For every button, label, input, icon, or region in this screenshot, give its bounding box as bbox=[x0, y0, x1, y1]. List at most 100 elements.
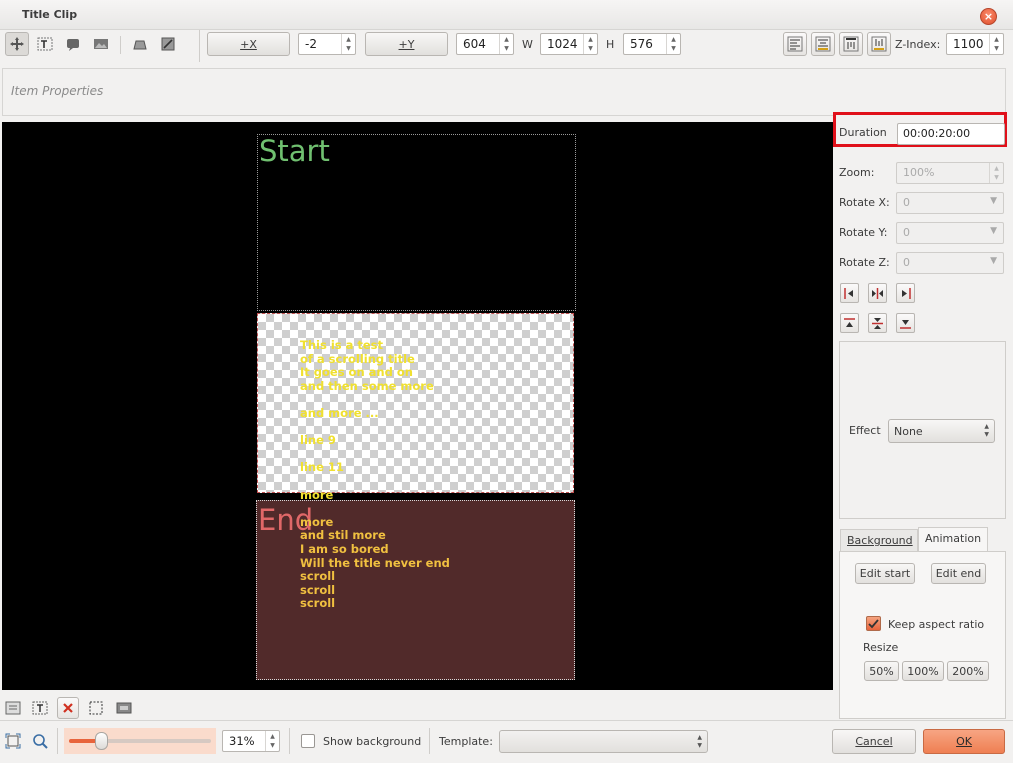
plus-y-button[interactable]: +Y bbox=[365, 32, 448, 56]
align-top-button[interactable] bbox=[839, 32, 863, 56]
template-label: Template: bbox=[439, 735, 493, 748]
align-bottom-icon bbox=[871, 36, 887, 52]
lower-button[interactable] bbox=[156, 32, 180, 56]
w-input[interactable]: 1024 ▲ ▼ bbox=[540, 33, 598, 55]
show-background-checkbox[interactable] bbox=[301, 734, 315, 748]
zindex-value: 1100 bbox=[953, 37, 984, 51]
rotate-x-input[interactable]: 0 ▼ bbox=[896, 192, 1004, 214]
w-spin-arrows[interactable]: ▲ ▼ bbox=[583, 34, 597, 54]
animation-panel: Edit start Edit end Keep aspect ratio Re… bbox=[839, 551, 1006, 719]
align-v-bottom-button[interactable] bbox=[896, 313, 915, 333]
template-select[interactable]: ▲ ▼ bbox=[499, 730, 708, 753]
plus-y-label: +Y bbox=[398, 37, 415, 51]
scroll-line: of a scrolling title bbox=[300, 351, 415, 366]
tab-animation[interactable]: Animation bbox=[918, 527, 988, 552]
h-spin-arrows[interactable]: ▲ ▼ bbox=[666, 34, 680, 54]
rect-tool-button[interactable] bbox=[61, 32, 85, 56]
select-image-icon bbox=[116, 702, 132, 714]
align-v-top-button[interactable] bbox=[840, 313, 859, 333]
effect-select[interactable]: None ▲ ▼ bbox=[888, 419, 995, 443]
effect-group: Effect None ▲ ▼ bbox=[839, 341, 1006, 519]
item-properties-panel: Item Properties bbox=[2, 68, 1006, 116]
chevron-updown-icon: ▲ ▼ bbox=[697, 734, 702, 749]
cancel-button[interactable]: Cancel bbox=[832, 729, 916, 754]
effect-value: None bbox=[894, 425, 923, 438]
align-h-left-button[interactable] bbox=[840, 283, 859, 303]
zoom-input[interactable]: 100% ▲ ▼ bbox=[896, 162, 1004, 184]
w-label: W bbox=[522, 38, 533, 51]
select-all-icon bbox=[5, 701, 21, 715]
zoom-slider[interactable] bbox=[64, 728, 216, 754]
duration-input[interactable]: 00:00:20:00 bbox=[897, 123, 1005, 145]
align-h-center-button[interactable] bbox=[868, 283, 887, 303]
h-input[interactable]: 576 ▲ ▼ bbox=[623, 33, 681, 55]
select-rect-button[interactable] bbox=[85, 697, 107, 719]
text-tool-icon bbox=[37, 37, 53, 51]
rotate-z-input[interactable]: 0 ▼ bbox=[896, 252, 1004, 274]
scroll-line: Will the title never end bbox=[300, 555, 450, 570]
fit-zoom-icon bbox=[5, 733, 21, 749]
align-v-bottom-icon bbox=[900, 319, 911, 329]
h-label: H bbox=[606, 38, 615, 51]
align-bottom-button[interactable] bbox=[867, 32, 891, 56]
zindex-input[interactable]: 1100 ▲ ▼ bbox=[946, 33, 1004, 55]
ok-button[interactable]: OK bbox=[923, 729, 1005, 754]
actual-size-button[interactable] bbox=[29, 730, 51, 752]
keep-aspect-checkbox[interactable] bbox=[866, 616, 881, 631]
align-center-button[interactable] bbox=[811, 32, 835, 56]
edit-end-label: Edit end bbox=[935, 567, 982, 580]
y-input[interactable]: 604 ▲ ▼ bbox=[456, 33, 514, 55]
raise-button[interactable] bbox=[128, 32, 152, 56]
scroll-line: It goes on and on bbox=[300, 365, 413, 380]
tab-animation-label: Animation bbox=[925, 532, 982, 545]
resize-200-button[interactable]: 200% bbox=[947, 661, 989, 681]
zoom-spin-arrows[interactable]: ▲ ▼ bbox=[989, 163, 1003, 183]
zoom-percent-input[interactable]: 31% ▲ ▼ bbox=[222, 730, 280, 752]
zindex-spin-arrows[interactable]: ▲ ▼ bbox=[989, 34, 1003, 54]
align-h-right-button[interactable] bbox=[896, 283, 915, 303]
fit-zoom-button[interactable] bbox=[2, 730, 24, 752]
show-background-label[interactable]: Show background bbox=[323, 735, 421, 748]
scroll-line: This is a test bbox=[300, 338, 384, 352]
scroll-line: and then some more bbox=[300, 378, 434, 393]
unselect-button[interactable] bbox=[57, 697, 79, 719]
close-button[interactable]: × bbox=[980, 8, 997, 25]
select-all-button[interactable] bbox=[2, 697, 24, 719]
align-h-center-icon bbox=[872, 287, 883, 299]
align-v-center-button[interactable] bbox=[868, 313, 887, 333]
raise-icon bbox=[133, 40, 147, 50]
text-tool-button[interactable] bbox=[33, 32, 57, 56]
plus-x-button[interactable]: +X bbox=[207, 32, 290, 56]
edit-end-button[interactable]: Edit end bbox=[931, 563, 986, 584]
image-tool-icon bbox=[94, 39, 108, 49]
image-tool-button[interactable] bbox=[89, 32, 113, 56]
select-tool-icon bbox=[10, 37, 24, 51]
select-image-button[interactable] bbox=[113, 697, 135, 719]
resize-100-button[interactable]: 100% bbox=[902, 661, 944, 681]
tab-background-label: Background bbox=[847, 534, 913, 547]
window-title: Title Clip bbox=[22, 8, 78, 21]
select-text-button[interactable] bbox=[29, 697, 51, 719]
rotate-z-value: 0 bbox=[903, 256, 910, 269]
y-spin-arrows[interactable]: ▲ ▼ bbox=[499, 34, 513, 54]
toolbar: +X -2 ▲ ▼ +Y 604 ▲ ▼ W 1024 ▲ ▼ H 576 ▲ ▼ Z-Inde… bbox=[0, 30, 1013, 62]
duration-highlight: Duration 00:00:20:00 bbox=[833, 112, 1007, 147]
resize-100-label: 100% bbox=[907, 664, 939, 678]
zoom-slider-handle[interactable] bbox=[95, 732, 108, 750]
resize-50-button[interactable]: 50% bbox=[864, 661, 899, 681]
select-tool-button[interactable] bbox=[5, 32, 29, 56]
x-input[interactable]: -2 ▲ ▼ bbox=[298, 33, 356, 55]
x-spin-arrows[interactable]: ▲ ▼ bbox=[341, 34, 355, 54]
select-rect-icon bbox=[89, 701, 103, 715]
rotate-x-value: 0 bbox=[903, 196, 910, 209]
rotate-y-input[interactable]: 0 ▼ bbox=[896, 222, 1004, 244]
keep-aspect-label[interactable]: Keep aspect ratio bbox=[888, 618, 984, 631]
edit-start-button[interactable]: Edit start bbox=[855, 563, 915, 584]
chevron-down-icon: ▼ bbox=[990, 196, 997, 206]
align-left-button[interactable] bbox=[783, 32, 807, 56]
rotate-y-label: Rotate Y: bbox=[839, 226, 888, 239]
effect-label: Effect bbox=[849, 424, 881, 437]
tab-background[interactable]: Background bbox=[840, 529, 918, 551]
zoom-percent-spin-arrows[interactable]: ▲ ▼ bbox=[265, 731, 279, 751]
title-bar: Title Clip × bbox=[0, 0, 1013, 30]
